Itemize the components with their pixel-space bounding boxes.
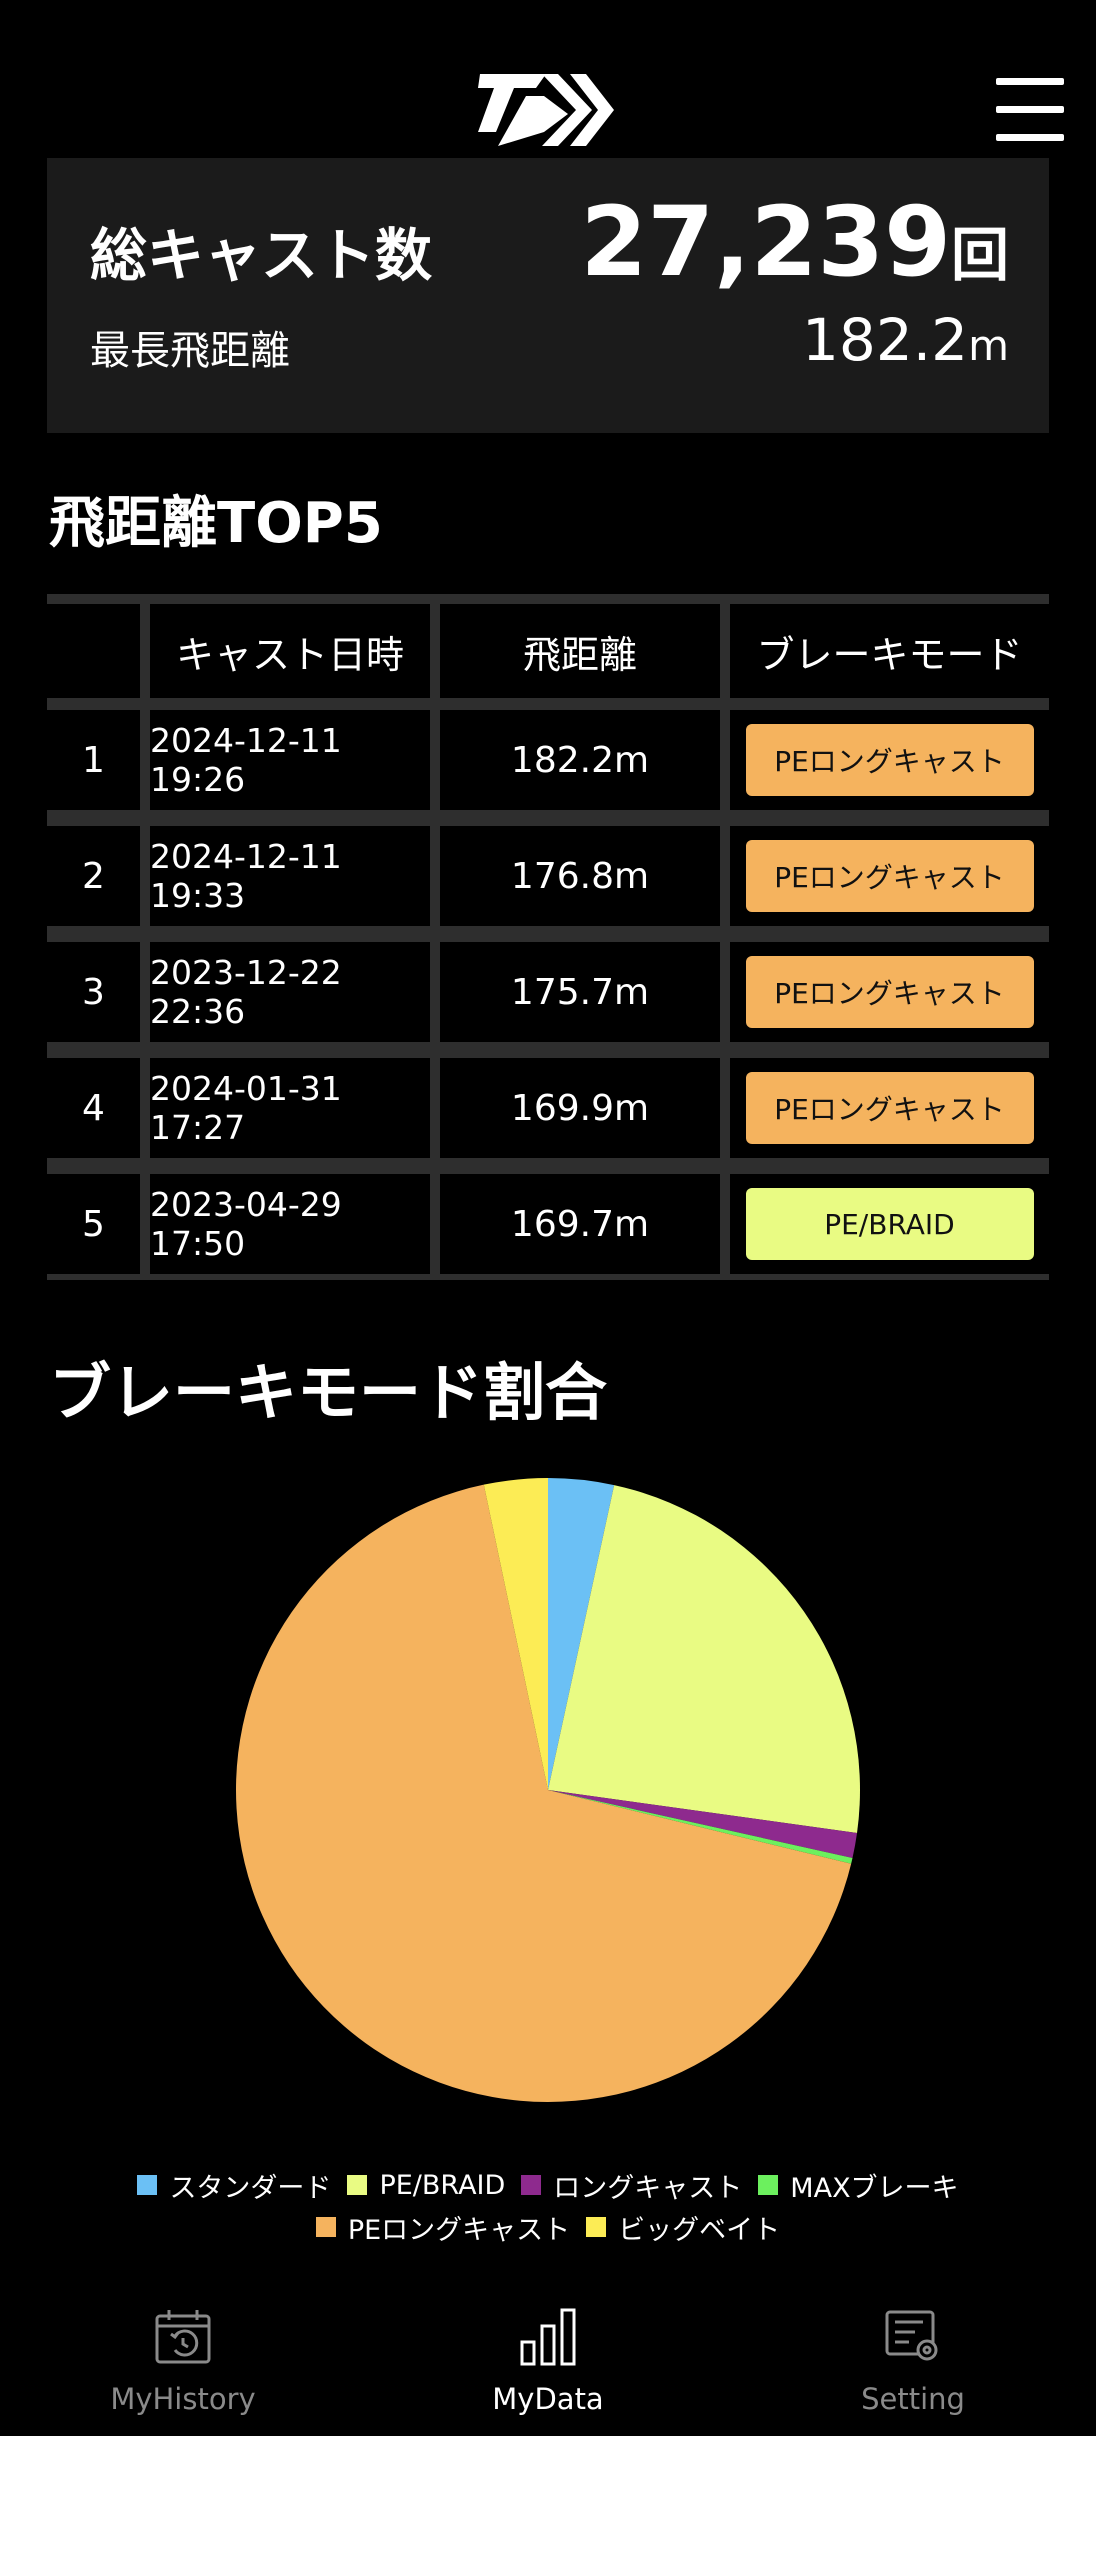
datetime-cell: 2024-12-11 19:33 bbox=[150, 826, 430, 926]
brake-ratio-section-title: ブレーキモード割合 bbox=[49, 1356, 608, 1429]
legend-swatch bbox=[347, 2175, 368, 2195]
legend-row: PEロングキャスト ビッグベイト bbox=[0, 2206, 1096, 2248]
column-header-distance: 飛距離 bbox=[440, 604, 720, 698]
brake-mode-pie-chart bbox=[235, 1478, 860, 2102]
legend-item: スタンダード bbox=[137, 2166, 331, 2205]
brake-mode-badge: PEロングキャスト bbox=[745, 840, 1034, 912]
brake-mode-badge: PE/BRAID bbox=[745, 1188, 1034, 1260]
legend-label: PE/BRAID bbox=[379, 2169, 506, 2201]
longest-distance-unit: m bbox=[968, 321, 1009, 370]
distance-cell: 169.9m bbox=[440, 1058, 720, 1158]
bottom-navigation: MyHistory MyData Setting bbox=[0, 2272, 1096, 2436]
legend-item: PEロングキャスト bbox=[315, 2208, 571, 2247]
brake-mode-badge: PEロングキャスト bbox=[745, 724, 1034, 796]
column-header-rank bbox=[47, 604, 140, 698]
nav-label-mydata: MyData bbox=[492, 2382, 604, 2416]
bar-chart-icon bbox=[520, 2308, 576, 2366]
datetime-cell: 2024-12-11 19:26 bbox=[150, 710, 430, 810]
rank-cell: 3 bbox=[47, 942, 140, 1042]
total-casts-label: 総キャスト数 bbox=[90, 223, 432, 289]
datetime-cell: 2024-01-31 17:27 bbox=[150, 1058, 430, 1158]
rank-cell: 2 bbox=[47, 826, 140, 926]
legend-item: ビッグベイト bbox=[586, 2208, 780, 2247]
legend-swatch bbox=[521, 2175, 542, 2195]
nav-item-setting[interactable]: Setting bbox=[788, 2272, 1038, 2436]
distance-cell: 182.2m bbox=[440, 710, 720, 810]
settings-gear-icon bbox=[885, 2310, 938, 2361]
legend-label: MAXブレーキ bbox=[790, 2172, 959, 2204]
brake-mode-cell: PEロングキャスト bbox=[730, 826, 1049, 926]
legend-label: ビッグベイト bbox=[618, 2214, 781, 2246]
nav-item-mydata[interactable]: MyData bbox=[423, 2272, 673, 2436]
legend-item: MAXブレーキ bbox=[758, 2166, 959, 2205]
distance-cell: 169.7m bbox=[440, 1174, 720, 1274]
cast-summary-panel: 総キャスト数 27,239回 最長飛距離 182.2m bbox=[47, 158, 1049, 433]
brake-mode-cell: PEロングキャスト bbox=[730, 942, 1049, 1042]
app-header bbox=[0, 0, 1096, 158]
total-casts-unit: 回 bbox=[950, 221, 1009, 289]
rank-cell: 5 bbox=[47, 1174, 140, 1274]
calendar-history-icon bbox=[155, 2310, 211, 2364]
legend-swatch bbox=[586, 2217, 607, 2237]
column-header-brake-mode: ブレーキモード bbox=[730, 604, 1049, 698]
app-screen: 総キャスト数 27,239回 最長飛距離 182.2m 飛距離TOP5 キャスト… bbox=[0, 0, 1096, 2436]
brake-mode-badge: PEロングキャスト bbox=[745, 1072, 1034, 1144]
legend-item: PE/BRAID bbox=[347, 2170, 505, 2201]
rank-cell: 4 bbox=[47, 1058, 140, 1158]
legend-swatch bbox=[758, 2175, 779, 2195]
legend-swatch bbox=[137, 2175, 158, 2195]
longest-distance-label: 最長飛距離 bbox=[90, 328, 290, 374]
datetime-cell: 2023-12-22 22:36 bbox=[150, 942, 430, 1042]
column-header-datetime: キャスト日時 bbox=[150, 604, 430, 698]
brake-mode-badge: PEロングキャスト bbox=[745, 956, 1034, 1028]
legend-label: スタンダード bbox=[169, 2172, 332, 2204]
nav-label-myhistory: MyHistory bbox=[110, 2382, 256, 2416]
datetime-cell: 2023-04-29 17:50 bbox=[150, 1174, 430, 1274]
nav-item-myhistory[interactable]: MyHistory bbox=[58, 2272, 308, 2436]
brake-mode-cell: PEロングキャスト bbox=[730, 710, 1049, 810]
nav-label-setting: Setting bbox=[861, 2382, 965, 2416]
legend-row: スタンダード PE/BRAID ロングキャスト MAXブレーキ bbox=[0, 2164, 1096, 2206]
total-casts-readout: 27,239回 bbox=[581, 186, 1009, 298]
total-casts-value: 27,239 bbox=[580, 186, 951, 298]
legend-swatch bbox=[315, 2217, 336, 2237]
hamburger-menu-icon[interactable] bbox=[996, 78, 1064, 142]
daiwa-logo-icon[interactable] bbox=[478, 74, 614, 146]
legend-label: PEロングキャスト bbox=[347, 2214, 571, 2246]
brake-mode-cell: PE/BRAID bbox=[730, 1174, 1049, 1274]
longest-distance-value: 182.2 bbox=[802, 306, 969, 374]
longest-distance-readout: 182.2m bbox=[802, 306, 1009, 374]
distance-cell: 176.8m bbox=[440, 826, 720, 926]
top5-table: キャスト日時 飛距離 ブレーキモード 1 2024-12-11 19:26 182.… bbox=[47, 594, 1049, 1280]
top5-section-title: 飛距離TOP5 bbox=[49, 491, 383, 556]
legend-label: ロングキャスト bbox=[553, 2172, 743, 2204]
pie-legend: スタンダード PE/BRAID ロングキャスト MAXブレーキ PEロングキャスト ビッグ… bbox=[0, 2164, 1096, 2248]
brake-mode-cell: PEロングキャスト bbox=[730, 1058, 1049, 1158]
rank-cell: 1 bbox=[47, 710, 140, 810]
distance-cell: 175.7m bbox=[440, 942, 720, 1042]
legend-item: ロングキャスト bbox=[521, 2166, 742, 2205]
